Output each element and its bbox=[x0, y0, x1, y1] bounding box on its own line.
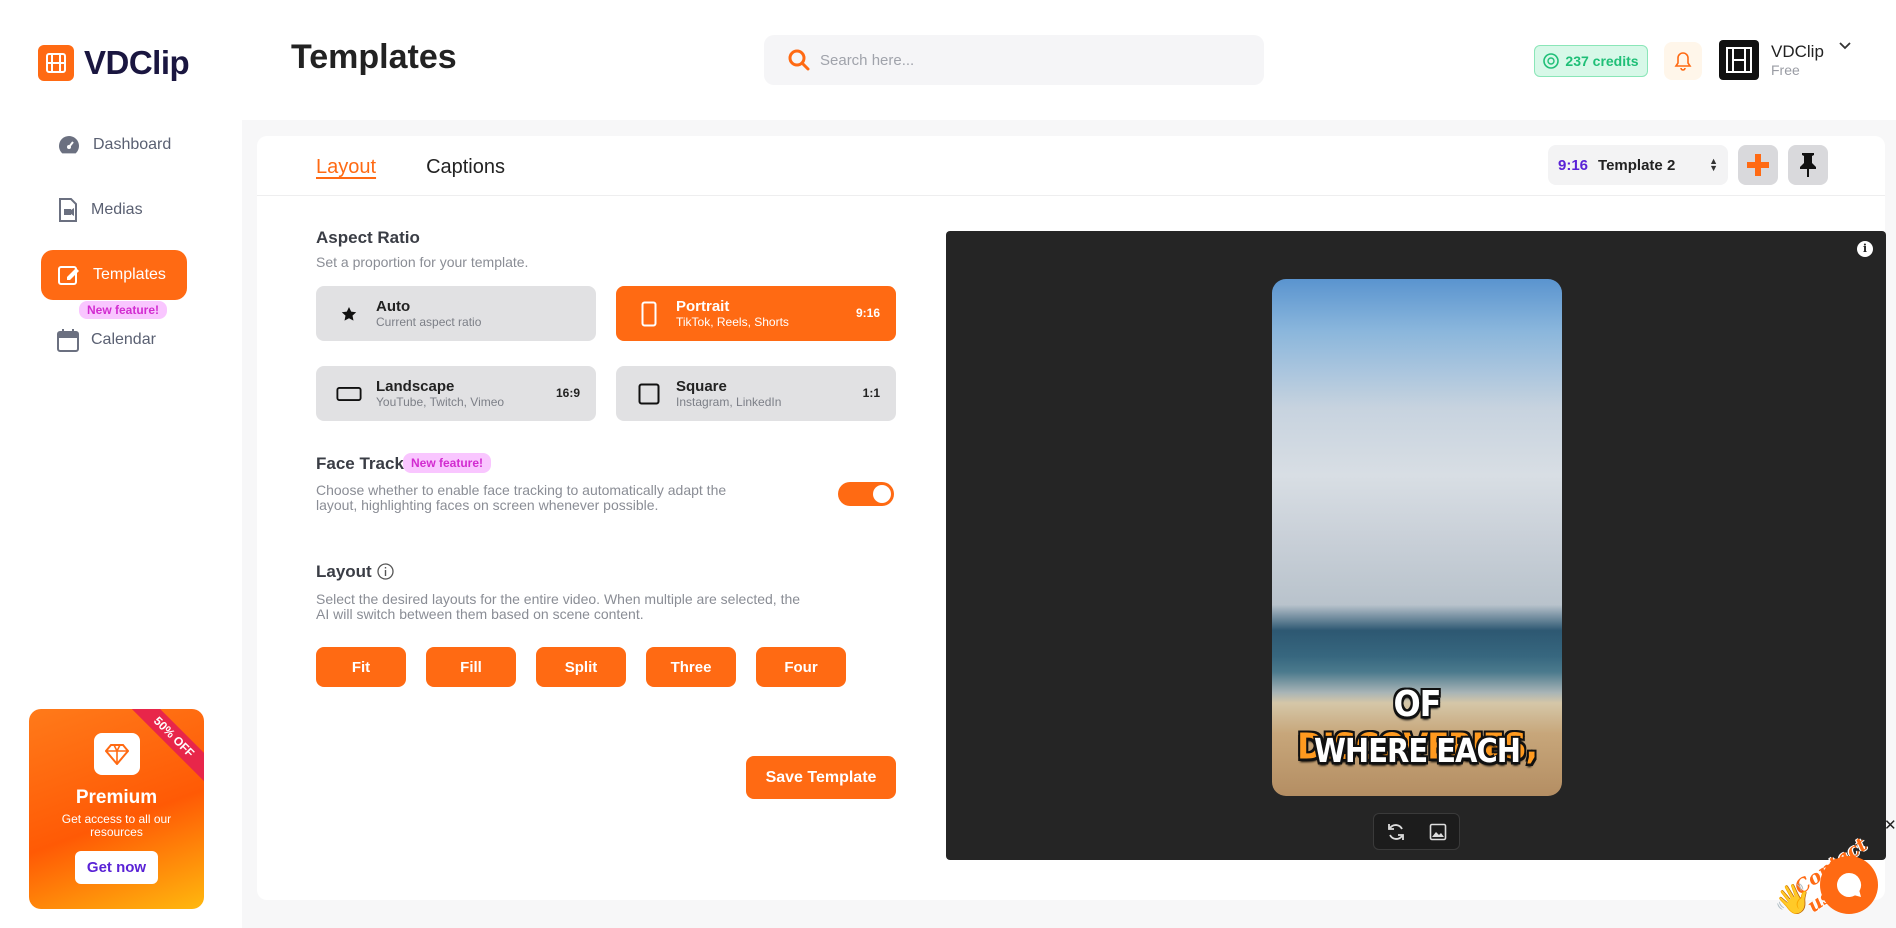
portrait-rect-icon bbox=[641, 301, 657, 326]
search-icon bbox=[788, 49, 810, 71]
square-icon bbox=[638, 383, 660, 404]
film-icon bbox=[1726, 47, 1752, 73]
layout-title: Layout bbox=[316, 562, 372, 581]
ratio-sub: Current aspect ratio bbox=[376, 314, 482, 329]
layout-fill-button[interactable]: Fill bbox=[426, 647, 516, 687]
landscape-rect-icon bbox=[336, 386, 362, 401]
ratio-sub: TikTok, Reels, Shorts bbox=[676, 314, 789, 329]
save-template-button[interactable]: Save Template bbox=[746, 756, 896, 799]
waving-hand-icon: 👋 bbox=[1774, 883, 1812, 916]
preview-controls bbox=[1373, 813, 1460, 850]
ratio-option-landscape[interactable]: Landscape YouTube, Twitch, Vimeo 16:9 bbox=[316, 366, 596, 421]
select-arrows-icon: ▲ ▼ bbox=[1709, 156, 1718, 173]
ratio-sub: YouTube, Twitch, Vimeo bbox=[376, 394, 505, 409]
sidebar-item-label: Dashboard bbox=[93, 136, 172, 153]
edit-icon bbox=[58, 266, 79, 285]
sidebar-item-dashboard[interactable]: Dashboard bbox=[41, 120, 187, 170]
user-name: VDClip bbox=[1771, 42, 1824, 61]
editor-tabs: Layout Captions bbox=[316, 156, 505, 179]
tab-captions[interactable]: Captions bbox=[426, 156, 505, 179]
avatar bbox=[1719, 40, 1759, 80]
calendar-icon bbox=[57, 329, 79, 352]
template-name: Template 2 bbox=[1598, 156, 1676, 174]
info-icon[interactable]: i bbox=[1857, 241, 1873, 257]
pin-template-button[interactable] bbox=[1788, 145, 1828, 185]
tab-layout[interactable]: Layout bbox=[316, 156, 376, 179]
chat-bubble-icon bbox=[1837, 873, 1862, 897]
sidebar-item-label: Calendar bbox=[91, 331, 156, 348]
face-tracking-toggle[interactable] bbox=[838, 482, 894, 506]
promo-title: Premium bbox=[75, 787, 158, 808]
layout-four-button[interactable]: Four bbox=[756, 647, 846, 687]
media-file-icon bbox=[59, 198, 77, 222]
bell-icon bbox=[1674, 52, 1692, 71]
new-feature-badge: New feature! bbox=[403, 453, 492, 473]
aspect-ratio-title: Aspect Ratio bbox=[316, 228, 420, 247]
new-feature-badge: New feature! bbox=[79, 301, 168, 319]
logo[interactable]: VDClip bbox=[38, 44, 190, 82]
ratio-option-auto[interactable]: Auto Current aspect ratio bbox=[316, 286, 596, 341]
layout-three-button[interactable]: Three bbox=[646, 647, 736, 687]
caption-line-2: WHERE EACH bbox=[1313, 731, 1521, 771]
sidebar-item-calendar-wrap: New feature! Calendar bbox=[41, 301, 187, 365]
sidebar-nav: Dashboard Medias Templates New feature! … bbox=[41, 120, 187, 380]
sidebar-item-calendar[interactable]: Calendar bbox=[41, 315, 187, 365]
divider bbox=[257, 195, 1885, 196]
ratio-tag: 1:1 bbox=[862, 386, 880, 400]
add-template-button[interactable] bbox=[1738, 145, 1778, 185]
ratio-label: Square bbox=[676, 377, 727, 395]
ratio-tag: 16:9 bbox=[555, 386, 580, 400]
layout-description: Select the desired layouts for the entir… bbox=[316, 591, 801, 622]
ratio-option-portrait[interactable]: Portrait TikTok, Reels, Shorts 9:16 bbox=[616, 286, 896, 341]
user-info: VDClip Free bbox=[1771, 42, 1824, 78]
plus-icon bbox=[1747, 154, 1769, 176]
star-icon bbox=[341, 306, 357, 321]
gauge-icon bbox=[59, 136, 79, 154]
credits-text: 237 credits bbox=[1565, 53, 1639, 69]
ratio-label: Auto bbox=[376, 297, 411, 315]
page-title: Templates bbox=[291, 38, 457, 76]
toggle-knob bbox=[873, 485, 891, 503]
credits-badge[interactable]: 237 credits bbox=[1534, 45, 1648, 77]
promo-subtitle: Get access to all our resources bbox=[61, 812, 172, 839]
sidebar: VDClip Dashboard Medias Templates New fe… bbox=[0, 0, 242, 928]
face-tracking-description: Choose whether to enable face tracking t… bbox=[316, 482, 727, 513]
ratio-sub: Instagram, LinkedIn bbox=[676, 394, 782, 409]
chevron-down-icon[interactable] bbox=[1839, 42, 1851, 50]
layout-split-button[interactable]: Split bbox=[536, 647, 626, 687]
user-plan: Free bbox=[1771, 62, 1800, 78]
get-now-button[interactable]: Get now bbox=[74, 851, 159, 884]
caption-word: OF bbox=[1393, 682, 1441, 725]
diamond-icon bbox=[93, 733, 140, 775]
chat-button[interactable] bbox=[1820, 856, 1878, 914]
video-preview-frame: OF DISCOVERIES, WHERE EACH bbox=[1272, 279, 1562, 796]
search-input[interactable] bbox=[820, 51, 1220, 69]
refresh-icon[interactable] bbox=[1386, 822, 1406, 842]
aspect-ratio-description: Set a proportion for your template. bbox=[316, 254, 529, 270]
coin-icon bbox=[1543, 53, 1560, 69]
ratio-tag: 9:16 bbox=[855, 306, 880, 320]
sidebar-item-medias[interactable]: Medias bbox=[41, 185, 187, 235]
template-ratio: 9:16 bbox=[1558, 156, 1589, 174]
info-circle-icon[interactable] bbox=[377, 563, 394, 580]
close-icon[interactable]: ✕ bbox=[1884, 816, 1896, 834]
layout-fit-button[interactable]: Fit bbox=[316, 647, 406, 687]
sidebar-item-label: Templates bbox=[93, 266, 166, 283]
search-bar[interactable] bbox=[764, 35, 1264, 85]
film-icon bbox=[38, 45, 74, 81]
ratio-option-square[interactable]: Square Instagram, LinkedIn 1:1 bbox=[616, 366, 896, 421]
ratio-label: Portrait bbox=[676, 297, 730, 315]
sidebar-item-label: Medias bbox=[91, 201, 143, 218]
premium-promo-card: 50% OFF Premium Get access to all our re… bbox=[29, 709, 204, 909]
user-menu[interactable]: VDClip Free bbox=[1719, 40, 1851, 80]
notifications-button[interactable] bbox=[1664, 42, 1702, 80]
logo-text: VDClip bbox=[84, 44, 190, 81]
sidebar-item-templates[interactable]: Templates bbox=[41, 250, 187, 300]
image-icon[interactable] bbox=[1429, 823, 1447, 841]
pin-icon bbox=[1800, 153, 1816, 177]
ratio-label: Landscape bbox=[376, 377, 455, 395]
template-select[interactable]: 9:16 Template 2 ▲ ▼ bbox=[1548, 145, 1728, 185]
